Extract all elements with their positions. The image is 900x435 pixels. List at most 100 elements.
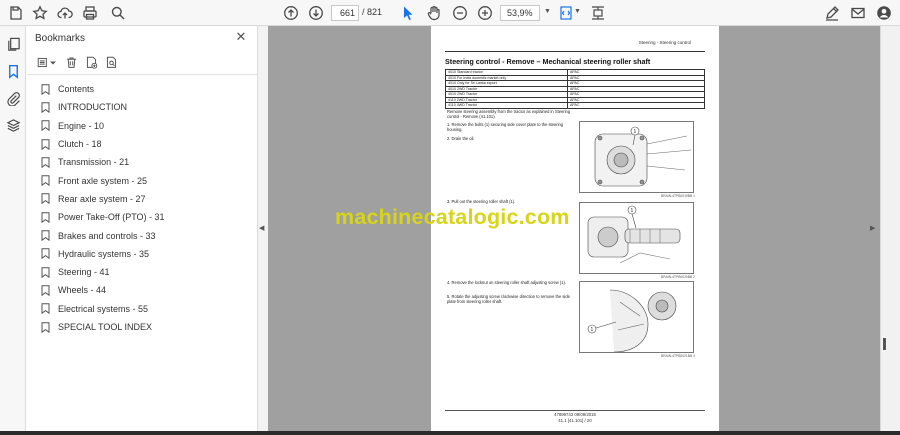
bookmark-item[interactable]: Clutch - 18 xyxy=(41,135,251,153)
bookmark-label: Front axle system - 25 xyxy=(58,175,148,186)
email-icon[interactable] xyxy=(848,3,868,23)
bookmark-label: Transmission - 21 xyxy=(58,157,130,168)
expand-right-panel-icon[interactable]: ▶ xyxy=(870,224,875,232)
zoom-in-icon[interactable] xyxy=(475,3,495,23)
bookmark-label: Power Take-Off (PTO) - 31 xyxy=(58,212,165,223)
attachments-icon[interactable] xyxy=(4,89,22,107)
figure-caption: BRAIN-4TPB0019BB 1 xyxy=(661,194,695,198)
bookmark-star-icon[interactable] xyxy=(30,3,50,23)
bookmark-label: Brakes and controls - 33 xyxy=(58,230,156,241)
page-thumbnails-icon[interactable] xyxy=(4,35,22,53)
vertical-scrollbar[interactable] xyxy=(880,26,900,435)
print-icon[interactable] xyxy=(80,3,100,23)
footer-page-ref: 41.1 [41.101] / 20 xyxy=(558,418,592,423)
zoom-out-icon[interactable] xyxy=(450,3,470,23)
figure-image: 1 xyxy=(579,202,694,274)
step-text: 3. Pull out the steering roller shaft (1… xyxy=(447,199,516,204)
zoom-dropdown-icon[interactable]: ▼ xyxy=(544,8,551,15)
previous-page-icon[interactable] xyxy=(281,3,301,23)
bookmark-item[interactable]: Rear axle system - 27 xyxy=(41,190,251,208)
figure-image: 1 xyxy=(579,121,694,193)
bookmark-label: Rear axle system - 27 xyxy=(58,193,146,204)
cloud-upload-icon[interactable] xyxy=(55,3,75,23)
pdf-viewer-window: 661 / 821 53,9% ▼ ▼ Bookmarks ✕ Contents… xyxy=(0,0,900,435)
bookmarks-panel-icon[interactable] xyxy=(4,62,22,80)
step-text: 4. Remove the locknut on steering roller… xyxy=(447,280,567,285)
options-dropdown-icon[interactable] xyxy=(49,54,57,70)
bookmark-item[interactable]: SPECIAL TOOL INDEX xyxy=(41,318,251,336)
bookmark-item[interactable]: Brakes and controls - 33 xyxy=(41,226,251,244)
applicability-table: 4010 Standard tractor APAC 4010 For India… xyxy=(445,69,705,109)
bookmarks-panel-title: Bookmarks xyxy=(35,33,86,44)
step-text: 1. Remove the bolts (1) securing side co… xyxy=(447,122,564,132)
figure-caption: BRAIN-4TPB0020BB 2 xyxy=(661,275,695,279)
bookmark-item[interactable]: Electrical systems - 55 xyxy=(41,300,251,318)
bookmark-label: Clutch - 18 xyxy=(58,139,102,150)
scroll-mode-icon[interactable] xyxy=(588,3,608,23)
bookmark-ribbon-icon xyxy=(41,285,50,296)
layers-icon[interactable] xyxy=(4,116,22,134)
bookmark-ribbon-icon xyxy=(41,102,50,113)
bookmark-item[interactable]: Power Take-Off (PTO) - 31 xyxy=(41,208,251,226)
bookmarks-panel: Bookmarks ✕ Contents INTRODUCTION Engine… xyxy=(27,26,257,435)
intro-text: Remove steering assembly from the tracto… xyxy=(447,109,571,119)
table-row: 4110 4WD Tractor APAC xyxy=(445,102,705,109)
bookmark-item[interactable]: Steering - 41 xyxy=(41,263,251,281)
watermark-text: machinecatalogic.com xyxy=(335,205,570,229)
bookmark-ribbon-icon xyxy=(41,266,50,278)
bookmark-label: Electrical systems - 55 xyxy=(58,303,149,314)
zoom-level-select[interactable]: 53,9% xyxy=(500,5,540,21)
account-icon[interactable] xyxy=(874,3,894,23)
bookmark-label: SPECIAL TOOL INDEX xyxy=(58,322,153,332)
bookmark-ribbon-icon xyxy=(41,120,50,132)
scrollbar-thumb[interactable] xyxy=(883,338,886,350)
bookmark-ribbon-icon xyxy=(41,193,50,205)
section-title: Steering control - Remove – Mechanical s… xyxy=(445,57,651,66)
bookmark-ribbon-icon xyxy=(41,248,50,260)
panel-divider xyxy=(27,74,257,75)
bookmark-item[interactable]: Contents xyxy=(41,80,251,98)
svg-text:1: 1 xyxy=(591,327,594,333)
bookmark-label: Hydraulic systems - 35 xyxy=(58,248,150,259)
new-bookmark-icon[interactable] xyxy=(83,54,99,70)
bookmark-ribbon-icon xyxy=(41,212,50,223)
bookmark-ribbon-icon xyxy=(41,138,50,150)
bookmark-label: Engine - 10 xyxy=(58,120,105,131)
find-bookmark-icon[interactable] xyxy=(103,54,119,70)
navigation-rail xyxy=(0,26,26,435)
document-viewer[interactable]: Steering - Steering control Steering con… xyxy=(268,26,880,435)
bookmark-item[interactable]: INTRODUCTION xyxy=(41,98,251,116)
fit-page-icon[interactable] xyxy=(556,3,576,23)
delete-bookmark-icon[interactable] xyxy=(63,54,79,70)
figure-image: 1 xyxy=(579,281,694,353)
bookmark-label: Wheels - 44 xyxy=(58,285,107,296)
hand-tool-icon[interactable] xyxy=(424,3,444,23)
svg-text:1: 1 xyxy=(631,208,634,214)
page-count: / 821 xyxy=(362,7,383,17)
next-page-icon[interactable] xyxy=(306,3,326,23)
top-toolbar: 661 / 821 53,9% ▼ ▼ xyxy=(0,0,900,26)
figure-caption: BRAIN-4TPB0021BB 3 xyxy=(661,354,695,358)
footer-rule xyxy=(445,410,705,411)
bookmark-item[interactable]: Front axle system - 25 xyxy=(41,171,251,189)
svg-text:1: 1 xyxy=(634,129,637,135)
search-icon[interactable] xyxy=(108,3,128,23)
bookmark-ribbon-icon xyxy=(41,157,50,168)
fit-dropdown-icon[interactable]: ▼ xyxy=(574,8,581,15)
page-number-input[interactable]: 661 xyxy=(331,5,359,21)
select-cursor-icon[interactable] xyxy=(398,3,418,23)
bookmark-item[interactable]: Transmission - 21 xyxy=(41,153,251,171)
footer-doc-code: 47899743 09/09/2015 xyxy=(554,412,596,417)
bookmark-ribbon-icon xyxy=(41,175,50,187)
close-panel-icon[interactable]: ✕ xyxy=(234,30,248,44)
bookmark-item[interactable]: Engine - 10 xyxy=(41,117,251,135)
collapse-panel-icon[interactable]: ◀ xyxy=(259,224,264,232)
document-page: Steering - Steering control Steering con… xyxy=(431,26,719,435)
taskbar-strip xyxy=(0,431,900,435)
bookmark-list: Contents INTRODUCTION Engine - 10 Clutch… xyxy=(41,80,251,336)
sign-pen-icon[interactable] xyxy=(822,3,842,23)
save-icon[interactable] xyxy=(6,3,26,23)
bookmark-item[interactable]: Wheels - 44 xyxy=(41,281,251,299)
bookmark-item[interactable]: Hydraulic systems - 35 xyxy=(41,245,251,263)
bookmark-label: Steering - 41 xyxy=(58,267,110,278)
